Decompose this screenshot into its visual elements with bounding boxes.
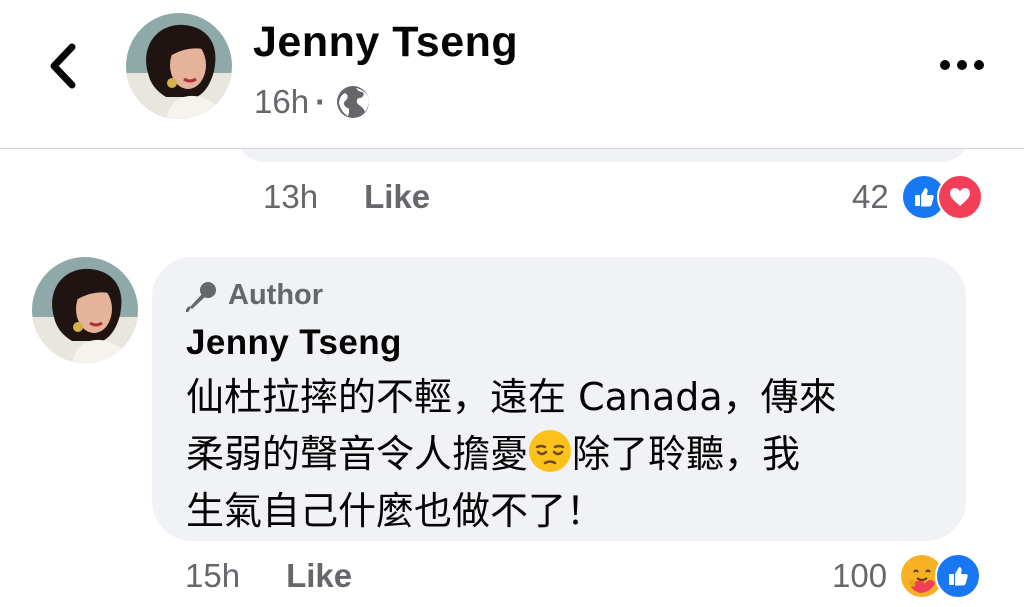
comment-line-3: 生氣自己什麼也做不了！: [186, 489, 605, 533]
comment-line-2-end: 除了聆聽，我: [572, 432, 801, 476]
page-title[interactable]: Jenny Tseng: [253, 18, 518, 67]
comment-time[interactable]: 13h: [263, 178, 318, 216]
comment-author-avatar[interactable]: [32, 257, 138, 363]
like-button[interactable]: Like: [364, 178, 430, 216]
comment-line-2-start: 柔弱的聲音令人擔憂: [186, 432, 529, 476]
more-options-button[interactable]: [934, 50, 990, 80]
microphone-icon: [186, 281, 216, 312]
comment-text: 仙杜拉摔的不輕，遠在 Canada，傳來 柔弱的聲音令人擔憂 除了聆聽，我 生氣…: [186, 369, 946, 540]
post-header: Jenny Tseng 16h ·: [0, 0, 1024, 149]
meta-separator: ·: [315, 83, 327, 120]
back-button[interactable]: [38, 40, 86, 92]
header-avatar[interactable]: [126, 13, 232, 119]
comment-reactions-summary[interactable]: 100: [832, 553, 982, 599]
comment-actions: 15h Like: [185, 553, 352, 599]
comment-thread-page: Jenny Tseng 16h · 13h Like 42 Author Jen…: [0, 0, 1024, 607]
post-time[interactable]: 16h: [254, 83, 309, 121]
post-meta: 16h ·: [254, 82, 370, 122]
globe-icon: [337, 86, 370, 118]
previous-comment-actions: 13h Like: [263, 174, 430, 220]
love-icon: [936, 174, 983, 220]
like-icon: [935, 553, 982, 599]
like-button[interactable]: Like: [286, 557, 352, 595]
pensive-face-icon: [529, 430, 572, 472]
comment-line-1: 仙杜拉摔的不輕，遠在 Canada，傳來: [186, 375, 837, 419]
reaction-count: 42: [852, 178, 889, 215]
more-horizontal-icon: [940, 60, 984, 70]
reaction-count: 100: [832, 557, 888, 594]
comment-bubble[interactable]: Author Jenny Tseng 仙杜拉摔的不輕，遠在 Canada，傳來 …: [152, 257, 966, 541]
author-badge-label: Author: [228, 279, 324, 311]
comment-line-2: 柔弱的聲音令人擔憂 除了聆聽，我: [186, 426, 946, 483]
author-badge: Author: [186, 279, 323, 312]
comment-time[interactable]: 15h: [185, 557, 240, 595]
chevron-left-icon: [50, 43, 76, 89]
comment-author-name[interactable]: Jenny Tseng: [186, 323, 402, 363]
previous-reactions-summary[interactable]: 42: [852, 174, 983, 220]
